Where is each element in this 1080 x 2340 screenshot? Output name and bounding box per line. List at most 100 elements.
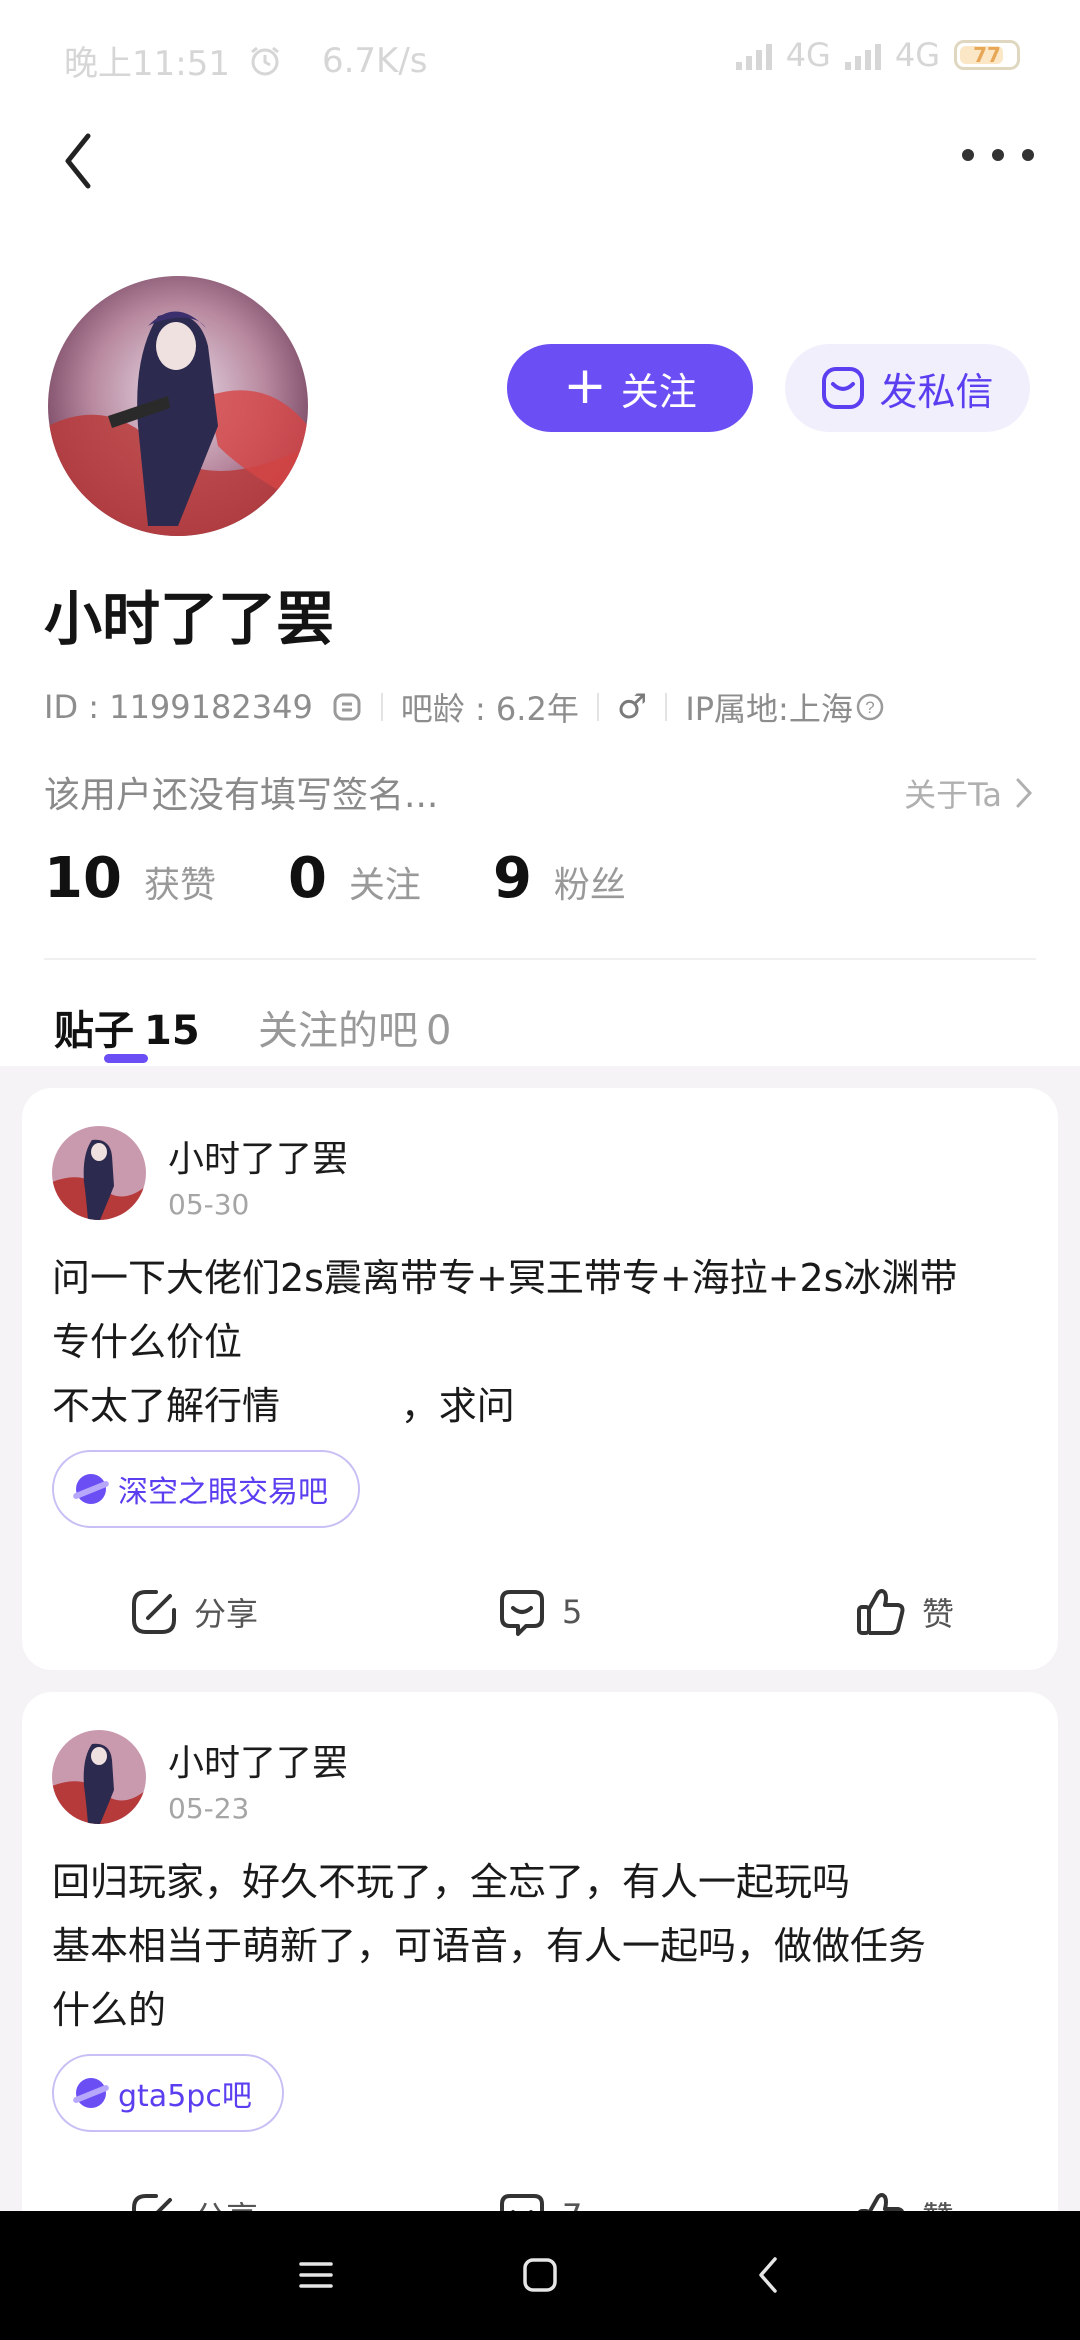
post-line: 回归玩家，好久不玩了，全忘了，有人一起玩吗 [52, 1860, 851, 1904]
nav-home-button[interactable] [508, 2243, 572, 2307]
avatar[interactable] [48, 276, 308, 536]
username: 小时了了罢 [44, 585, 335, 653]
ip-location: IP属地:上海 [685, 690, 853, 728]
signal-icon-2 [844, 40, 881, 70]
comment-count: 7 [562, 2197, 582, 2211]
bar-tag[interactable]: gta5pc吧 [52, 2054, 284, 2132]
profile-stats: 10 获赞 0 关注 9 粉丝 [44, 846, 698, 911]
post-feed: 小时了了罢 05-30 问一下大佬们2s震离带专+冥王带专+海拉+2s冰渊带 专… [0, 1066, 1080, 2211]
section-divider [44, 958, 1036, 960]
more-dots-icon [962, 149, 974, 161]
nav-menu-button[interactable] [284, 2243, 348, 2307]
post-card[interactable]: 小时了了罢 05-30 问一下大佬们2s震离带专+冥王带专+海拉+2s冰渊带 专… [22, 1088, 1058, 1670]
menu-icon [299, 2262, 333, 2288]
net-type-2: 4G [894, 36, 940, 74]
post-avatar[interactable] [52, 1730, 146, 1824]
back-button[interactable] [50, 124, 110, 194]
status-time: 晚上11:51 [64, 44, 230, 84]
like-button[interactable]: 赞 [854, 2176, 954, 2211]
back-arrow-icon [65, 133, 91, 189]
tab-followed-bars[interactable]: 关注的吧 0 [258, 998, 451, 1056]
comment-button[interactable]: 5 [496, 1572, 582, 1652]
comment-icon [500, 1590, 544, 1636]
tab-bars-count: 0 [426, 1008, 452, 1054]
planet-icon [76, 1474, 106, 1504]
post-avatar[interactable] [52, 1126, 146, 1220]
post-actions: 分享 5 赞 [22, 1572, 1058, 1652]
post-line: 什么的 [52, 1988, 167, 2032]
plus-icon: + [563, 356, 607, 416]
post-line: 专什么价位 [52, 1320, 243, 1364]
tab-bars-label: 关注的吧 [258, 1008, 418, 1054]
system-nav-bar [0, 2211, 1080, 2340]
post-author[interactable]: 小时了了罢 [168, 1130, 348, 1182]
chevron-right-icon [1016, 778, 1033, 808]
tab-posts-label: 贴子 [54, 1008, 134, 1054]
mail-icon [822, 367, 865, 409]
home-square-icon [523, 2258, 557, 2292]
signal-icon [735, 40, 772, 70]
signature-row: 该用户还没有填写签名... 关于Ta [44, 766, 1036, 818]
post-content[interactable]: 问一下大佬们2s震离带专+冥王带专+海拉+2s冰渊带 专什么价位 不太了解行情 … [52, 1246, 1042, 1438]
post-date: 05-30 [168, 1188, 250, 1221]
fans-label[interactable]: 粉丝 [554, 856, 626, 908]
top-nav [0, 110, 1080, 200]
profile-page: 晚上11:51 6.7K/s 4G 4G 77 + 关注 发私信 小时了了罢 I… [0, 0, 1080, 2340]
follow-label: 关注 [620, 369, 697, 414]
message-button[interactable]: 发私信 [785, 344, 1030, 432]
comment-icon [500, 2194, 544, 2211]
thumbs-up-icon [857, 1589, 905, 1635]
net-speed: 6.7K/s [321, 40, 428, 81]
bar-tag[interactable]: 深空之眼交易吧 [52, 1450, 360, 1528]
status-bar: 晚上11:51 6.7K/s 4G 4G 77 [0, 0, 1080, 110]
gender-icon: ♂ [616, 687, 648, 727]
thumbs-up-icon [858, 2193, 904, 2211]
post-card[interactable]: 小时了了罢 05-23 回归玩家，好久不玩了，全忘了，有人一起玩吗 基本相当于萌… [22, 1692, 1058, 2211]
post-actions: 分享 7 赞 [22, 2176, 1058, 2211]
comment-count: 5 [562, 1593, 583, 1631]
fans-count[interactable]: 9 [493, 846, 532, 911]
bar-age: 吧龄 : 6.2年 [400, 690, 579, 728]
signature-text: 该用户还没有填写签名... [44, 775, 439, 816]
share-button[interactable]: 分享 [128, 2176, 258, 2211]
meta-divider [380, 693, 383, 721]
post-line: 问一下大佬们2s震离带专+冥王带专+海拉+2s冰渊带 [52, 1256, 958, 1300]
more-button[interactable] [962, 140, 1034, 170]
user-id: ID : 1199182349 [44, 688, 313, 726]
meta-divider [665, 693, 668, 721]
profile-tabs: 贴子 15 关注的吧 0 [0, 990, 1080, 1066]
share-button[interactable]: 分享 [128, 1572, 258, 1652]
battery-icon: 77 [954, 40, 1020, 70]
about-link[interactable]: 关于Ta [904, 770, 1036, 816]
share-label: 分享 [194, 2193, 258, 2211]
tab-posts[interactable]: 贴子 15 [54, 998, 200, 1056]
like-button[interactable]: 赞 [854, 1572, 954, 1652]
net-type-1: 4G [785, 36, 831, 74]
tab-indicator [104, 1054, 148, 1063]
info-icon[interactable]: ? [855, 692, 885, 722]
share-label: 分享 [194, 1595, 259, 1633]
share-icon [132, 2194, 172, 2211]
nav-back-button[interactable] [736, 2243, 800, 2307]
planet-icon [76, 2078, 106, 2108]
nav-back-icon [759, 2257, 777, 2293]
bar-tag-label: gta5pc吧 [118, 2079, 252, 2114]
following-count[interactable]: 0 [288, 846, 327, 911]
likes-label: 获赞 [143, 865, 216, 906]
following-label[interactable]: 关注 [349, 856, 421, 908]
alarm-icon [251, 46, 279, 75]
post-line: 不太了解行情 ，求问 [52, 1384, 515, 1428]
message-label: 发私信 [879, 369, 994, 414]
meta-divider [596, 693, 599, 721]
post-author[interactable]: 小时了了罢 [168, 1734, 348, 1786]
copy-icon[interactable] [331, 691, 363, 723]
about-label: 关于Ta [904, 776, 1002, 814]
post-content[interactable]: 回归玩家，好久不玩了，全忘了，有人一起玩吗 基本相当于萌新了，可语音，有人一起吗… [52, 1850, 1042, 2042]
comment-button[interactable]: 7 [496, 2176, 582, 2211]
follow-button[interactable]: + 关注 [507, 344, 753, 432]
share-icon [132, 1590, 176, 1634]
post-line: 基本相当于萌新了，可语音，有人一起吗，做做任务 [52, 1924, 927, 1968]
profile-meta: ID : 1199182349 吧龄 : 6.2年 ♂ IP属地:上海 ? [44, 684, 885, 730]
post-date: 05-23 [168, 1792, 250, 1825]
like-label: 赞 [922, 2193, 954, 2211]
